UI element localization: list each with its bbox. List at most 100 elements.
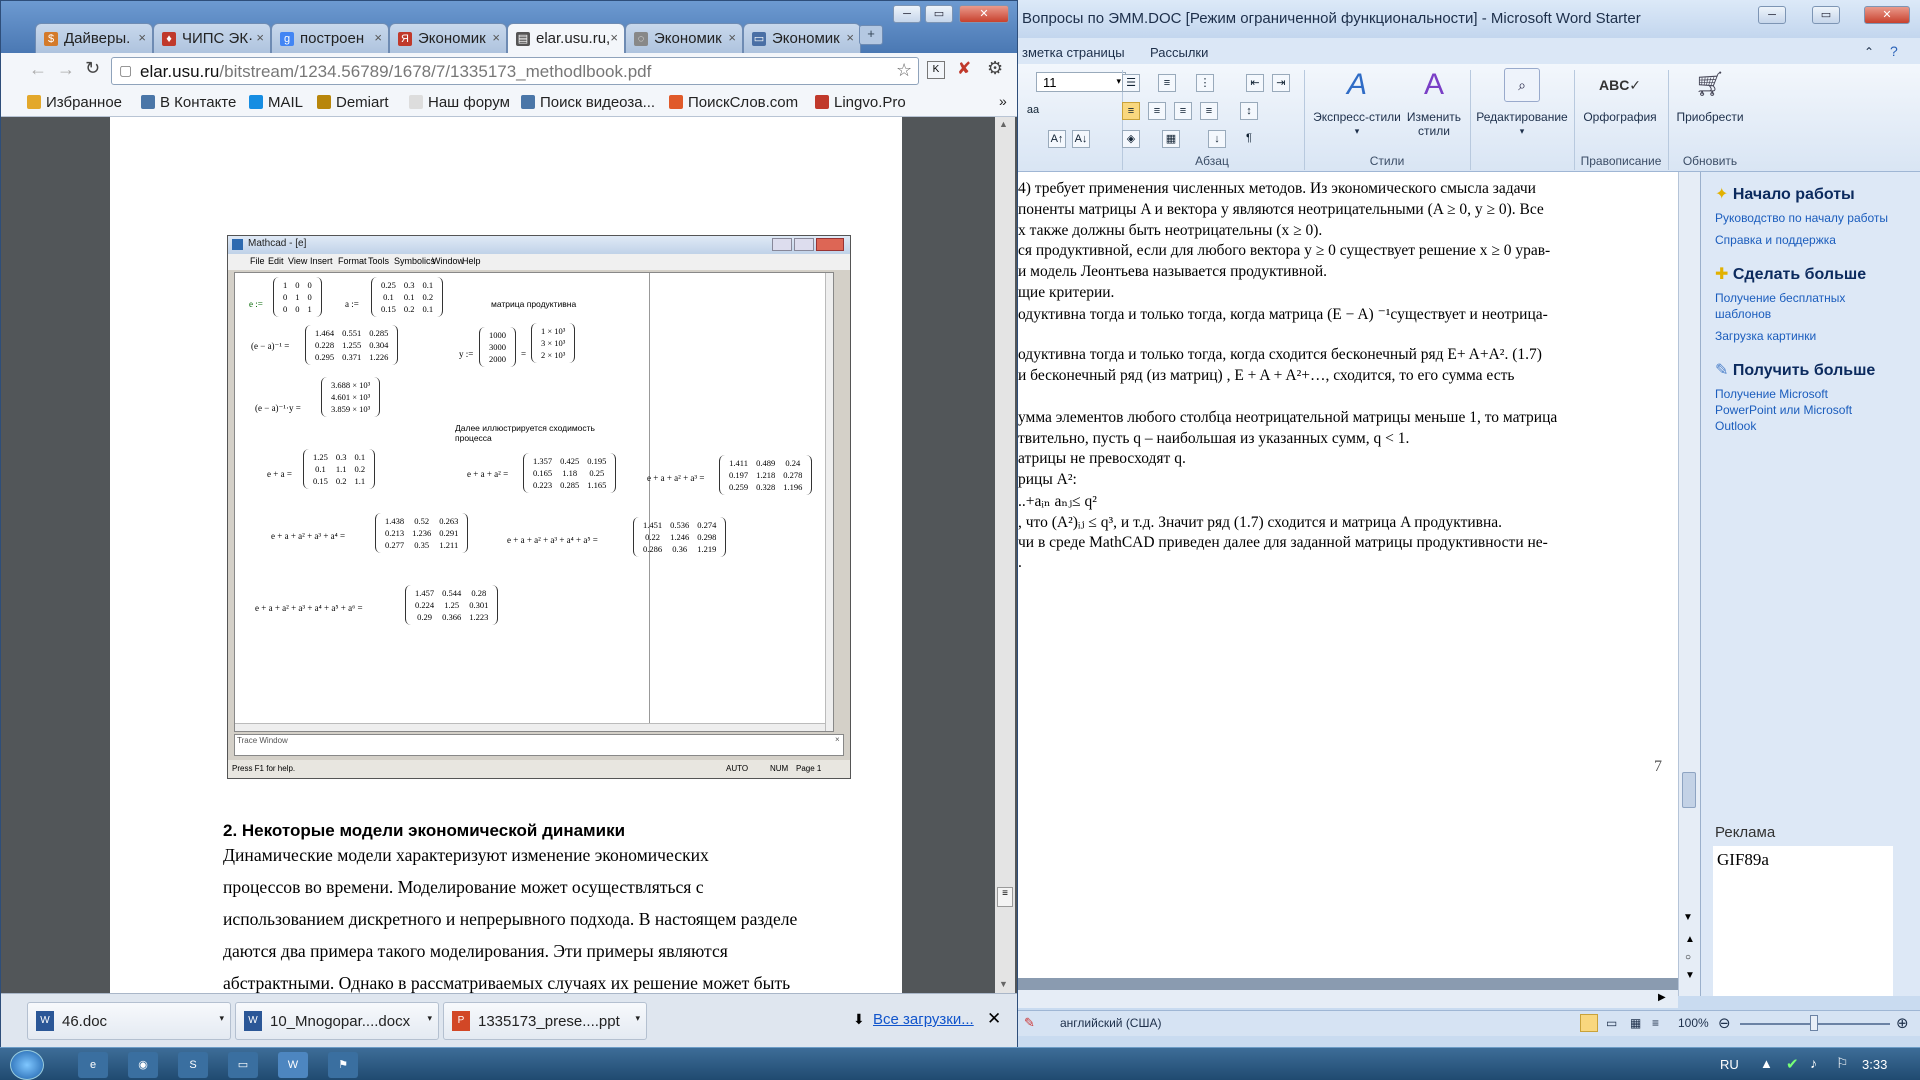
word-taskbar-icon[interactable]: W <box>278 1052 308 1078</box>
borders-icon[interactable]: ▦ <box>1162 130 1180 148</box>
back-icon[interactable]: ← <box>29 59 47 80</box>
download-menu-icon[interactable]: ▾ <box>219 1013 224 1024</box>
scroll-right-icon[interactable]: ▶ <box>1658 992 1666 1003</box>
link-getting-started[interactable]: Руководство по началу работы <box>1715 210 1888 226</box>
tab-close-icon[interactable]: × <box>492 30 500 45</box>
draft-view-icon[interactable]: ≡ <box>1652 1016 1659 1030</box>
explorer-icon[interactable]: ▭ <box>228 1052 258 1078</box>
bookmark-item[interactable]: ПоискСлов.com <box>669 94 798 111</box>
scroll-thumb[interactable] <box>1682 772 1696 808</box>
scroll-up-icon[interactable]: ▲ <box>999 119 1008 129</box>
browser-tab[interactable]: g построен × <box>271 23 389 53</box>
download-item[interactable]: W 46.doc ▾ <box>27 1002 231 1040</box>
browser-tab[interactable]: ◌ Экономик × <box>625 23 743 53</box>
next-page-icon[interactable]: ▼ <box>1685 970 1695 981</box>
shading-icon[interactable]: ◈ <box>1122 130 1140 148</box>
proofing-status-icon[interactable]: ✎ <box>1024 1015 1035 1031</box>
close-button[interactable]: ✕ <box>1864 6 1910 24</box>
bullets-icon[interactable]: ☰ <box>1122 74 1140 92</box>
tab-close-icon[interactable]: × <box>846 30 854 45</box>
scroll-thumb[interactable]: ≡ <box>997 887 1013 907</box>
scroll-down-icon[interactable]: ▼ <box>999 979 1008 989</box>
quick-styles-button[interactable]: A Экспресс-стили ▾ <box>1312 68 1402 138</box>
network-icon[interactable]: ✔ <box>1786 1055 1799 1073</box>
zoom-in-icon[interactable]: ⊕ <box>1896 1014 1909 1032</box>
ie-icon[interactable]: e <box>78 1052 108 1078</box>
pilcrow-icon[interactable]: ¶ <box>1240 130 1258 148</box>
sort-icon[interactable]: ↓ <box>1208 130 1226 148</box>
link-clipart[interactable]: Загрузка картинки <box>1715 328 1816 344</box>
grow-font-icon[interactable]: A↑ <box>1048 130 1066 148</box>
increase-indent-icon[interactable]: ⇥ <box>1272 74 1290 92</box>
new-tab-button[interactable]: + <box>859 25 883 45</box>
reload-icon[interactable]: ↻ <box>85 58 100 79</box>
scroll-down-icon[interactable]: ▼ <box>1683 912 1693 923</box>
reading-view-icon[interactable]: ▭ <box>1606 1016 1617 1030</box>
spelling-button[interactable]: ABC✓ Орфография <box>1574 68 1666 124</box>
all-downloads-link[interactable]: Все загрузки... <box>873 1011 974 1028</box>
multilevel-list-icon[interactable]: ⋮ <box>1196 74 1214 92</box>
editing-button[interactable]: ⌕ Редактирование ▾ <box>1470 68 1574 138</box>
align-left-icon[interactable]: ≡ <box>1122 102 1140 120</box>
align-right-icon[interactable]: ≡ <box>1174 102 1192 120</box>
purchase-button[interactable]: 🛒︎ Приобрести <box>1670 68 1750 124</box>
chrome-maximize-button[interactable]: ▭ <box>925 5 953 23</box>
forward-icon[interactable]: → <box>57 59 75 80</box>
line-spacing-icon[interactable]: ↕ <box>1240 102 1258 120</box>
print-layout-view-icon[interactable] <box>1580 1014 1598 1032</box>
document-area[interactable]: 4) требует применения численных методов.… <box>1018 172 1678 996</box>
language-indicator[interactable]: RU <box>1720 1057 1739 1072</box>
minimize-button[interactable]: ─ <box>1758 6 1786 24</box>
skype-icon[interactable]: S <box>178 1052 208 1078</box>
bookmark-item[interactable]: В Контакте <box>141 94 236 111</box>
maximize-button[interactable]: ▭ <box>1812 6 1840 24</box>
shrink-font-icon[interactable]: A↓ <box>1072 130 1090 148</box>
browser-tab[interactable]: ▭ Экономик × <box>743 23 861 53</box>
previous-page-icon[interactable]: ▲ <box>1685 934 1695 945</box>
more-bookmarks-icon[interactable]: » <box>999 93 1007 109</box>
tab-page-layout[interactable]: зметка страницы <box>1022 45 1125 60</box>
flag-icon[interactable]: ⚐ <box>1836 1055 1849 1072</box>
language-status[interactable]: английский (США) <box>1060 1016 1161 1030</box>
decrease-indent-icon[interactable]: ⇤ <box>1246 74 1264 92</box>
bookmark-item[interactable]: Поиск видеоза... <box>521 94 655 111</box>
clock[interactable]: 3:33 <box>1862 1057 1887 1072</box>
address-bar[interactable]: ▢ elar.usu.ru/bitstream/1234.56789/1678/… <box>111 57 919 85</box>
tab-close-icon[interactable]: × <box>728 30 736 45</box>
change-styles-button[interactable]: A Изменить стили <box>1402 68 1466 138</box>
browser-tab[interactable]: ▤ elar.usu.ru, × <box>507 23 625 54</box>
downloads-close-icon[interactable]: ✕ <box>987 1009 1001 1029</box>
align-center-icon[interactable]: ≡ <box>1148 102 1166 120</box>
link-help[interactable]: Справка и поддержка <box>1715 232 1836 248</box>
bookmark-item[interactable]: MAIL <box>249 94 303 111</box>
extension-icon[interactable]: K <box>927 61 945 79</box>
download-menu-icon[interactable]: ▾ <box>427 1013 432 1024</box>
browser-tab[interactable]: Я Экономик × <box>389 23 507 53</box>
case-icon[interactable]: aa <box>1024 102 1042 120</box>
tab-close-icon[interactable]: × <box>374 30 382 45</box>
chrome-taskbar-icon[interactable]: ◉ <box>128 1052 158 1078</box>
bookmark-item[interactable]: Lingvo.Pro <box>815 94 906 111</box>
download-item[interactable]: W 10_Mnogopar....docx ▾ <box>235 1002 439 1040</box>
browser-tab[interactable]: $ Дайверы. × <box>35 23 153 53</box>
ad-box[interactable]: GIF89a <box>1713 846 1893 996</box>
zoom-level[interactable]: 100% <box>1678 1016 1709 1030</box>
extension-red-icon[interactable]: ✘ <box>957 59 971 79</box>
tab-mailings[interactable]: Рассылки <box>1150 45 1208 60</box>
link-templates[interactable]: Получение бесплатных шаблонов <box>1715 290 1845 322</box>
numbering-icon[interactable]: ≡ <box>1158 74 1176 92</box>
tray-expand-icon[interactable]: ▲ <box>1760 1056 1773 1071</box>
font-size-select[interactable]: 11 ▾ <box>1036 72 1126 92</box>
horizontal-scrollbar[interactable]: ▶ <box>1018 990 1678 1008</box>
help-icon[interactable]: ? <box>1890 43 1898 59</box>
link-get-office[interactable]: Получение Microsoft PowerPoint или Micros… <box>1715 386 1852 434</box>
start-button[interactable] <box>10 1050 44 1080</box>
acrobat-icon[interactable]: ⚑ <box>328 1052 358 1078</box>
download-item[interactable]: P 1335173_prese....ppt ▾ <box>443 1002 647 1040</box>
bookmark-item[interactable]: Demiart <box>317 94 389 111</box>
chrome-minimize-button[interactable]: ─ <box>893 5 921 23</box>
justify-icon[interactable]: ≡ <box>1200 102 1218 120</box>
bookmark-star-icon[interactable]: ☆ <box>896 60 912 81</box>
speaker-icon[interactable]: ♪ <box>1810 1055 1817 1071</box>
ribbon-collapse-icon[interactable]: ⌃ <box>1864 45 1874 59</box>
